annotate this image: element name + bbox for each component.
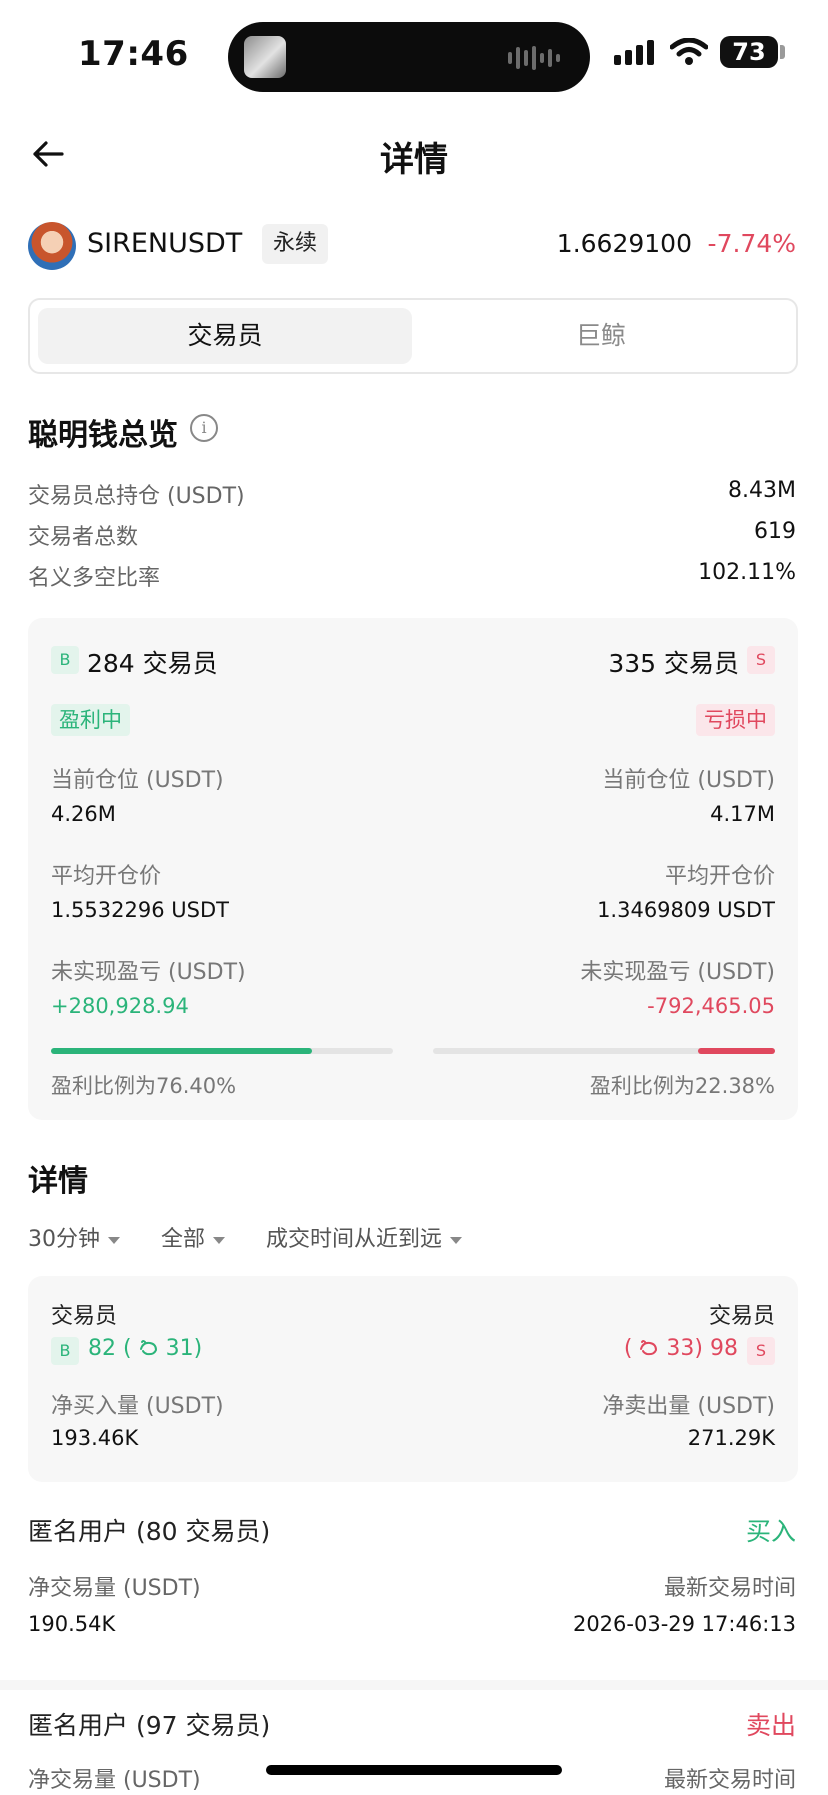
long-profit-ratio: 盈利比例为76.40% [51,1074,237,1098]
short-profit-bar-fill [698,1048,775,1054]
tab-whales[interactable]: 巨鲸 [414,308,788,364]
trade-row-volume-label: 净交易量 (USDT) [28,1768,201,1793]
row-divider [0,1680,828,1690]
contract-type-badge: 永续 [262,224,329,264]
now-playing-artwork [244,36,286,78]
short-profit-ratio: 盈利比例为22.38% [589,1074,775,1098]
stat-label-trader-count: 交易者总数 [28,525,139,550]
short-pnl-value: -792,465.05 [647,994,775,1018]
trade-row-time-label: 最新交易时间 [663,1576,796,1601]
long-pnl-value: +280,928.94 [51,994,189,1018]
chevron-down-icon [450,1236,463,1244]
cellular-signal-icon [614,40,654,65]
chevron-down-icon [213,1236,226,1244]
sell-trader-count: ( 33) 98 [623,1336,738,1361]
trade-row-time-label: 最新交易时间 [663,1768,796,1793]
status-bar: 17:46 73 [0,0,828,110]
symbol-name: SIRENUSDT [87,228,243,259]
stat-value-total-position: 8.43M [728,478,796,503]
details-title: 详情 [28,1164,88,1199]
battery-tip [780,45,785,59]
net-sell-label: 净卖出量 (USDT) [602,1394,775,1419]
trade-row-volume-label: 净交易量 (USDT) [28,1576,201,1601]
trade-row-volume-value: 190.54K [28,1612,116,1636]
long-avg-price-value: 1.5532296 USDT [51,898,229,922]
segmented-control: 交易员 巨鲸 [28,298,798,374]
overview-title: 聪明钱总览 [28,418,178,453]
short-profit-bar [433,1048,775,1054]
net-sell-value: 271.29K [687,1426,775,1450]
flow-summary-card: 交易员 交易员 B 82 ( 31) ( 33) 98 S 净买入量 (USDT… [28,1276,798,1482]
info-icon[interactable]: i [190,414,218,442]
trade-row-action-sell: 卖出 [745,1711,796,1740]
dynamic-island [228,22,590,92]
short-badge: S [747,646,775,674]
trade-row-action-buy: 买入 [745,1517,796,1546]
buy-count: 82 [88,1336,116,1361]
type-filter-label: 全部 [161,1227,206,1252]
sell-badge: S [747,1337,775,1365]
timeframe-filter[interactable]: 30分钟 [28,1221,120,1253]
stat-label-long-short-ratio: 名义多空比率 [28,566,161,591]
net-buy-value: 193.46K [51,1426,139,1450]
short-position-value: 4.17M [710,802,775,826]
short-avg-price-label: 平均开仓价 [664,864,775,889]
long-position-label: 当前仓位 (USDT) [51,768,224,793]
trade-row-time-value: 2026-03-29 17:46:13 [572,1612,796,1636]
chevron-down-icon [108,1236,120,1244]
buy-badge: B [51,1337,79,1365]
whale-icon [640,1340,658,1356]
audio-waveform-icon [508,46,560,70]
sell-count: 98 [710,1336,738,1361]
long-avg-price-label: 平均开仓价 [51,864,162,889]
long-status-chip: 盈利中 [51,704,130,736]
short-position-label: 当前仓位 (USDT) [602,768,775,793]
type-filter[interactable]: 全部 [161,1221,226,1253]
buy-header: 交易员 [51,1304,118,1329]
page-title: 详情 [380,140,448,180]
stat-label-total-position: 交易员总持仓 (USDT) [28,484,245,509]
short-status-chip: 亏损中 [696,704,775,736]
short-avg-price-value: 1.3469809 USDT [597,898,775,922]
timeframe-filter-label: 30分钟 [28,1227,100,1252]
short-trader-count: 335 交易员 [608,649,739,678]
long-badge: B [51,646,79,674]
long-short-card: B 284 交易员 335 交易员 S 盈利中 亏损中 当前仓位 (USDT) … [28,618,798,1120]
status-time: 17:46 [78,34,189,74]
last-price: 1.6629100 [556,229,692,258]
price-change: -7.74% [707,229,796,258]
short-pnl-label: 未实现盈亏 (USDT) [580,960,775,985]
trade-row-title[interactable]: 匿名用户 (97 交易员) [28,1706,270,1742]
sell-header: 交易员 [708,1304,775,1329]
sort-filter[interactable]: 成交时间从近到远 [266,1221,463,1253]
home-indicator[interactable] [266,1765,562,1775]
buy-trader-count: 82 ( 31) [88,1336,203,1361]
long-pnl-label: 未实现盈亏 (USDT) [51,960,246,985]
long-position-value: 4.26M [51,802,116,826]
wifi-icon [670,38,708,65]
token-avatar [28,222,76,270]
stat-value-long-short-ratio: 102.11% [698,560,796,585]
trade-row-title[interactable]: 匿名用户 (80 交易员) [28,1512,270,1548]
battery-indicator: 73 [720,36,778,68]
long-trader-count: 284 交易员 [87,649,218,678]
buy-whale-count: 31 [165,1336,194,1361]
long-profit-bar [51,1048,393,1054]
stat-value-trader-count: 619 [754,519,796,544]
sort-filter-label: 成交时间从近到远 [266,1227,443,1252]
tab-traders[interactable]: 交易员 [38,308,412,364]
net-buy-label: 净买入量 (USDT) [51,1394,224,1419]
sell-whale-count: 33 [666,1336,695,1361]
whale-icon [139,1340,157,1356]
long-profit-bar-fill [51,1048,313,1054]
